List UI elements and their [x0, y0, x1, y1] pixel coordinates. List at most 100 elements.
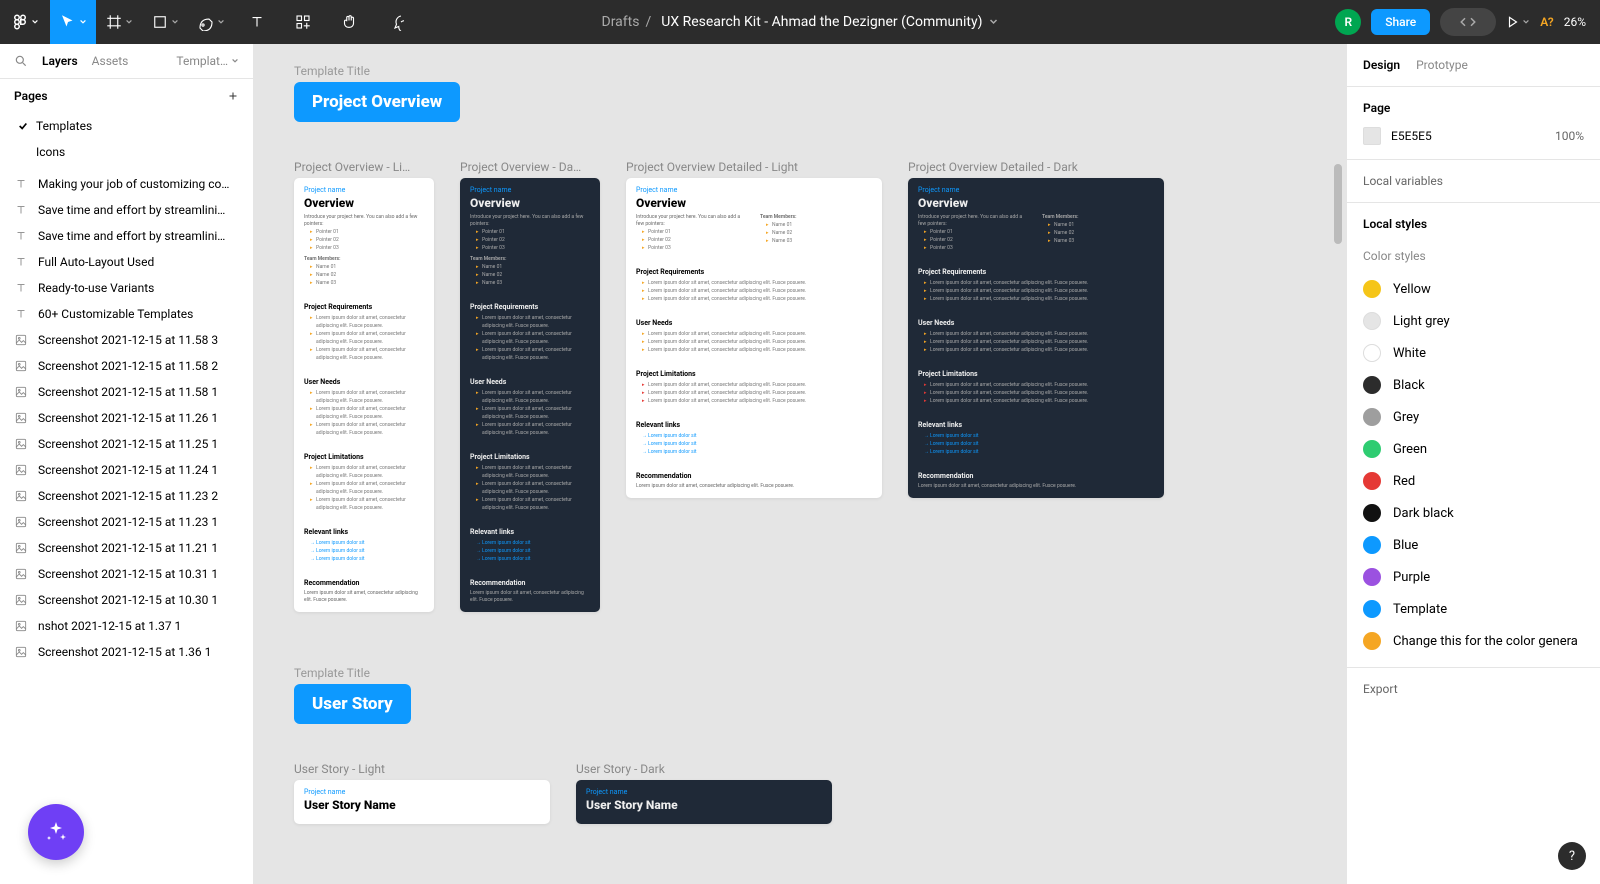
color-style-item[interactable]: Purple [1347, 561, 1600, 593]
template-title-label: Template Title [294, 64, 1164, 78]
template-title-pill[interactable]: Project Overview [294, 82, 460, 122]
canvas-scrollbar[interactable] [1334, 164, 1342, 244]
layer-item[interactable]: nshot 2021-12-15 at 1.37 1 [0, 613, 253, 639]
layers-tab[interactable]: Layers [42, 54, 78, 68]
file-name: UX Research Kit - Ahmad the Dezigner (Co… [661, 14, 982, 30]
layer-item[interactable]: Full Auto-Layout Used [0, 249, 253, 275]
page-color-swatch[interactable] [1363, 127, 1381, 145]
canvas-frame[interactable]: Project nameOverview Introduce your proj… [294, 178, 434, 612]
prototype-tab[interactable]: Prototype [1416, 58, 1468, 72]
frame-label[interactable]: Project Overview - Da… [460, 160, 600, 174]
layer-item[interactable]: Save time and effort by streamlini… [0, 223, 253, 249]
template-dropdown[interactable]: Templat… [176, 54, 239, 68]
color-style-item[interactable]: Light grey [1347, 305, 1600, 337]
local-styles-label: Local styles [1363, 217, 1584, 231]
assets-tab[interactable]: Assets [92, 54, 129, 68]
frame-tool[interactable] [96, 0, 142, 44]
canvas-frame[interactable]: Project nameUser Story Name [294, 780, 550, 824]
text-tool[interactable] [234, 0, 280, 44]
color-style-item[interactable]: Yellow [1347, 273, 1600, 305]
missing-fonts-badge[interactable]: A? [1540, 15, 1554, 29]
layer-item[interactable]: Screenshot 2021-12-15 at 11.58 1 [0, 379, 253, 405]
color-style-swatch [1363, 568, 1381, 586]
user-avatar[interactable]: R [1335, 9, 1361, 35]
export-section[interactable]: Export [1347, 668, 1600, 710]
dev-mode-toggle[interactable] [1440, 8, 1496, 36]
figma-menu-button[interactable] [0, 0, 50, 44]
layer-item[interactable]: Ready-to-use Variants [0, 275, 253, 301]
design-tab[interactable]: Design [1363, 58, 1400, 72]
canvas[interactable]: Template Title Project Overview Project … [254, 44, 1346, 884]
resources-tool[interactable] [280, 0, 326, 44]
image-layer-icon [14, 359, 28, 373]
color-style-item[interactable]: Dark black [1347, 497, 1600, 529]
comment-tool[interactable] [372, 0, 418, 44]
breadcrumb-sep: / [645, 14, 651, 30]
layer-item[interactable]: Screenshot 2021-12-15 at 11.58 3 [0, 327, 253, 353]
frame-label[interactable]: Project Overview Detailed - Light [626, 160, 882, 174]
layer-label: Save time and effort by streamlini… [38, 203, 225, 217]
shape-tool[interactable] [142, 0, 188, 44]
layer-item[interactable]: Screenshot 2021-12-15 at 11.24 1 [0, 457, 253, 483]
layer-item[interactable]: Screenshot 2021-12-15 at 10.30 1 [0, 587, 253, 613]
layer-item[interactable]: Screenshot 2021-12-15 at 11.21 1 [0, 535, 253, 561]
frame-wrapper: Project Overview Detailed - Dark Project … [908, 160, 1164, 498]
layer-item[interactable]: Save time and effort by streamlini… [0, 197, 253, 223]
image-layer-icon [14, 593, 28, 607]
color-style-item[interactable]: Template [1347, 593, 1600, 625]
page-item[interactable]: Icons [0, 139, 253, 165]
layer-item[interactable]: Making your job of customizing co… [0, 171, 253, 197]
layer-item[interactable]: Screenshot 2021-12-15 at 11.26 1 [0, 405, 253, 431]
pen-tool[interactable] [188, 0, 234, 44]
canvas-frame[interactable]: Project nameOverview Introduce your proj… [626, 178, 882, 498]
hand-tool[interactable] [326, 0, 372, 44]
layer-item[interactable]: Screenshot 2021-12-15 at 11.58 2 [0, 353, 253, 379]
frame-label[interactable]: Project Overview Detailed - Dark [908, 160, 1164, 174]
color-style-name: Black [1393, 378, 1425, 393]
chevron-down-icon [988, 17, 998, 27]
color-style-item[interactable]: Change this for the color genera [1347, 625, 1600, 657]
page-section-label: Page [1363, 101, 1584, 115]
frame-label[interactable]: User Story - Dark [576, 762, 832, 776]
layer-item[interactable]: Screenshot 2021-12-15 at 11.23 1 [0, 509, 253, 535]
color-style-item[interactable]: White [1347, 337, 1600, 369]
share-button[interactable]: Share [1371, 9, 1430, 35]
template-title-pill[interactable]: User Story [294, 684, 411, 724]
color-style-swatch [1363, 440, 1381, 458]
layer-item[interactable]: Screenshot 2021-12-15 at 1.36 1 [0, 639, 253, 665]
frame-label[interactable]: Project Overview - Li… [294, 160, 434, 174]
color-style-swatch [1363, 472, 1381, 490]
file-breadcrumb[interactable]: Drafts / UX Research Kit - Ahmad the Dez… [602, 14, 999, 30]
layer-label: Screenshot 2021-12-15 at 10.30 1 [38, 593, 218, 607]
present-button[interactable] [1506, 15, 1530, 29]
zoom-level[interactable]: 26% [1564, 15, 1586, 29]
color-style-swatch [1363, 504, 1381, 522]
color-style-swatch [1363, 376, 1381, 394]
move-tool[interactable] [50, 0, 96, 44]
canvas-frame[interactable]: Project nameOverview Introduce your proj… [460, 178, 600, 612]
search-icon[interactable] [14, 54, 28, 68]
ai-fab-button[interactable] [28, 804, 84, 860]
frame-label[interactable]: User Story - Light [294, 762, 550, 776]
layer-item[interactable]: 60+ Customizable Templates [0, 301, 253, 327]
help-button[interactable]: ? [1558, 842, 1586, 870]
layer-item[interactable]: Screenshot 2021-12-15 at 11.23 2 [0, 483, 253, 509]
add-page-icon[interactable] [227, 90, 239, 102]
layer-item[interactable]: Screenshot 2021-12-15 at 10.31 1 [0, 561, 253, 587]
color-style-item[interactable]: Green [1347, 433, 1600, 465]
color-styles-label: Color styles [1347, 249, 1600, 273]
color-style-item[interactable]: Blue [1347, 529, 1600, 561]
page-item[interactable]: Templates [0, 113, 253, 139]
text-layer-icon [14, 203, 28, 217]
color-style-item[interactable]: Black [1347, 369, 1600, 401]
color-style-item[interactable]: Grey [1347, 401, 1600, 433]
image-layer-icon [14, 411, 28, 425]
local-variables-link[interactable]: Local variables [1347, 160, 1600, 203]
canvas-frame[interactable]: Project nameUser Story Name [576, 780, 832, 824]
color-style-item[interactable]: Red [1347, 465, 1600, 497]
canvas-frame[interactable]: Project nameOverview Introduce your proj… [908, 178, 1164, 498]
image-layer-icon [14, 567, 28, 581]
layer-item[interactable]: Screenshot 2021-12-15 at 11.25 1 [0, 431, 253, 457]
color-style-swatch [1363, 600, 1381, 618]
page-background-row[interactable]: E5E5E5 100% [1363, 127, 1584, 145]
